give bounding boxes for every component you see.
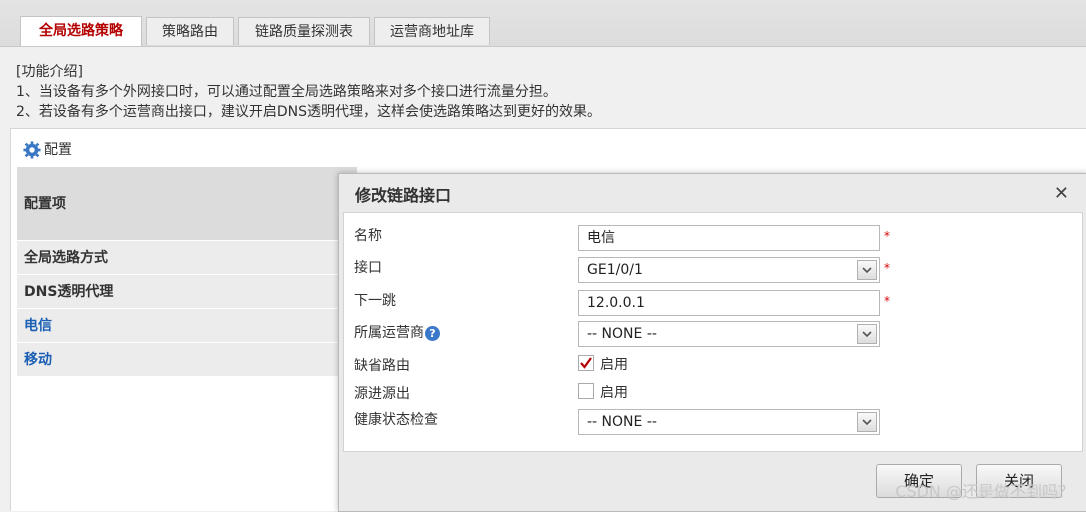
tab-bar: 全局选路策略 策略路由 链路质量探测表 运营商地址库 [0, 0, 1086, 47]
edit-link-interface-dialog: 修改链路接口 ✕ 名称 电信 * 接口 GE1/0/1 * 下一跳 12.0.0… [338, 173, 1086, 512]
chevron-down-icon[interactable] [857, 260, 877, 280]
config-table-header: 配置项 [17, 167, 357, 241]
watermark: CSDN @还是做不到吗？ [895, 482, 1074, 501]
source-in-out-option: 启用 [600, 385, 628, 401]
default-route-option: 启用 [600, 357, 628, 373]
tab-isp-address[interactable]: 运营商地址库 [374, 17, 490, 45]
intro-title: [功能介绍] [16, 64, 83, 80]
intro-line-1: 1、当设备有多个外网接口时，可以通过配置全局选路策略来对多个接口进行流量分担。 [16, 84, 557, 100]
help-icon[interactable]: ? [425, 325, 440, 341]
next-hop-required-mark: * [884, 294, 890, 308]
tab-policy-route[interactable]: 策略路由 [146, 17, 234, 45]
interface-select[interactable]: GE1/0/1 [578, 257, 880, 283]
checkmark-icon [580, 357, 592, 369]
default-route-label: 缺省路由 [354, 358, 410, 374]
chevron-down-icon[interactable] [857, 412, 877, 432]
name-required-mark: * [884, 229, 890, 243]
config-table: 配置项 全局选路方式 DNS透明代理 电信 移动 [17, 167, 357, 377]
isp-label-text: 所属运营商 [354, 325, 424, 341]
close-icon[interactable]: ✕ [1054, 183, 1069, 204]
panel-title: 配置 [44, 142, 72, 158]
config-row-dns-proxy: DNS透明代理 [17, 275, 357, 309]
gear-icon [23, 141, 41, 159]
interface-label: 接口 [354, 260, 382, 276]
tab-global-route-policy[interactable]: 全局选路策略 [20, 16, 142, 46]
interface-selected-value: GE1/0/1 [587, 262, 643, 278]
health-check-selected-value: -- NONE -- [587, 414, 657, 430]
next-hop-label: 下一跳 [354, 293, 396, 309]
config-row-global-route-mode: 全局选路方式 [17, 241, 357, 275]
health-check-select[interactable]: -- NONE -- [578, 409, 880, 435]
dialog-title: 修改链路接口 [355, 186, 452, 205]
isp-select[interactable]: -- NONE -- [578, 321, 880, 347]
source-in-out-label: 源进源出 [354, 386, 410, 402]
chevron-down-icon[interactable] [857, 324, 877, 344]
source-in-out-checkbox[interactable] [578, 383, 594, 399]
health-check-label: 健康状态检查 [354, 412, 438, 428]
name-input[interactable]: 电信 [578, 225, 880, 251]
isp-selected-value: -- NONE -- [587, 326, 657, 342]
isp-label: 所属运营商? [354, 322, 440, 342]
config-row-telecom-link[interactable]: 电信 [17, 309, 357, 343]
name-label: 名称 [354, 228, 382, 244]
interface-required-mark: * [884, 261, 890, 275]
feature-intro: [功能介绍] 1、当设备有多个外网接口时，可以通过配置全局选路策略来对多个接口进… [16, 62, 601, 122]
tab-link-quality[interactable]: 链路质量探测表 [238, 17, 370, 45]
intro-line-2: 2、若设备有多个运营商出接口，建议开启DNS透明代理，这样会使选路策略达到更好的… [16, 104, 602, 120]
dialog-form: 名称 电信 * 接口 GE1/0/1 * 下一跳 12.0.0.1 * 所属运营… [343, 212, 1083, 452]
config-row-mobile-link[interactable]: 移动 [17, 343, 357, 377]
next-hop-input[interactable]: 12.0.0.1 [578, 290, 880, 316]
panel-heading: 配置 [23, 139, 72, 161]
default-route-checkbox[interactable] [578, 355, 594, 371]
